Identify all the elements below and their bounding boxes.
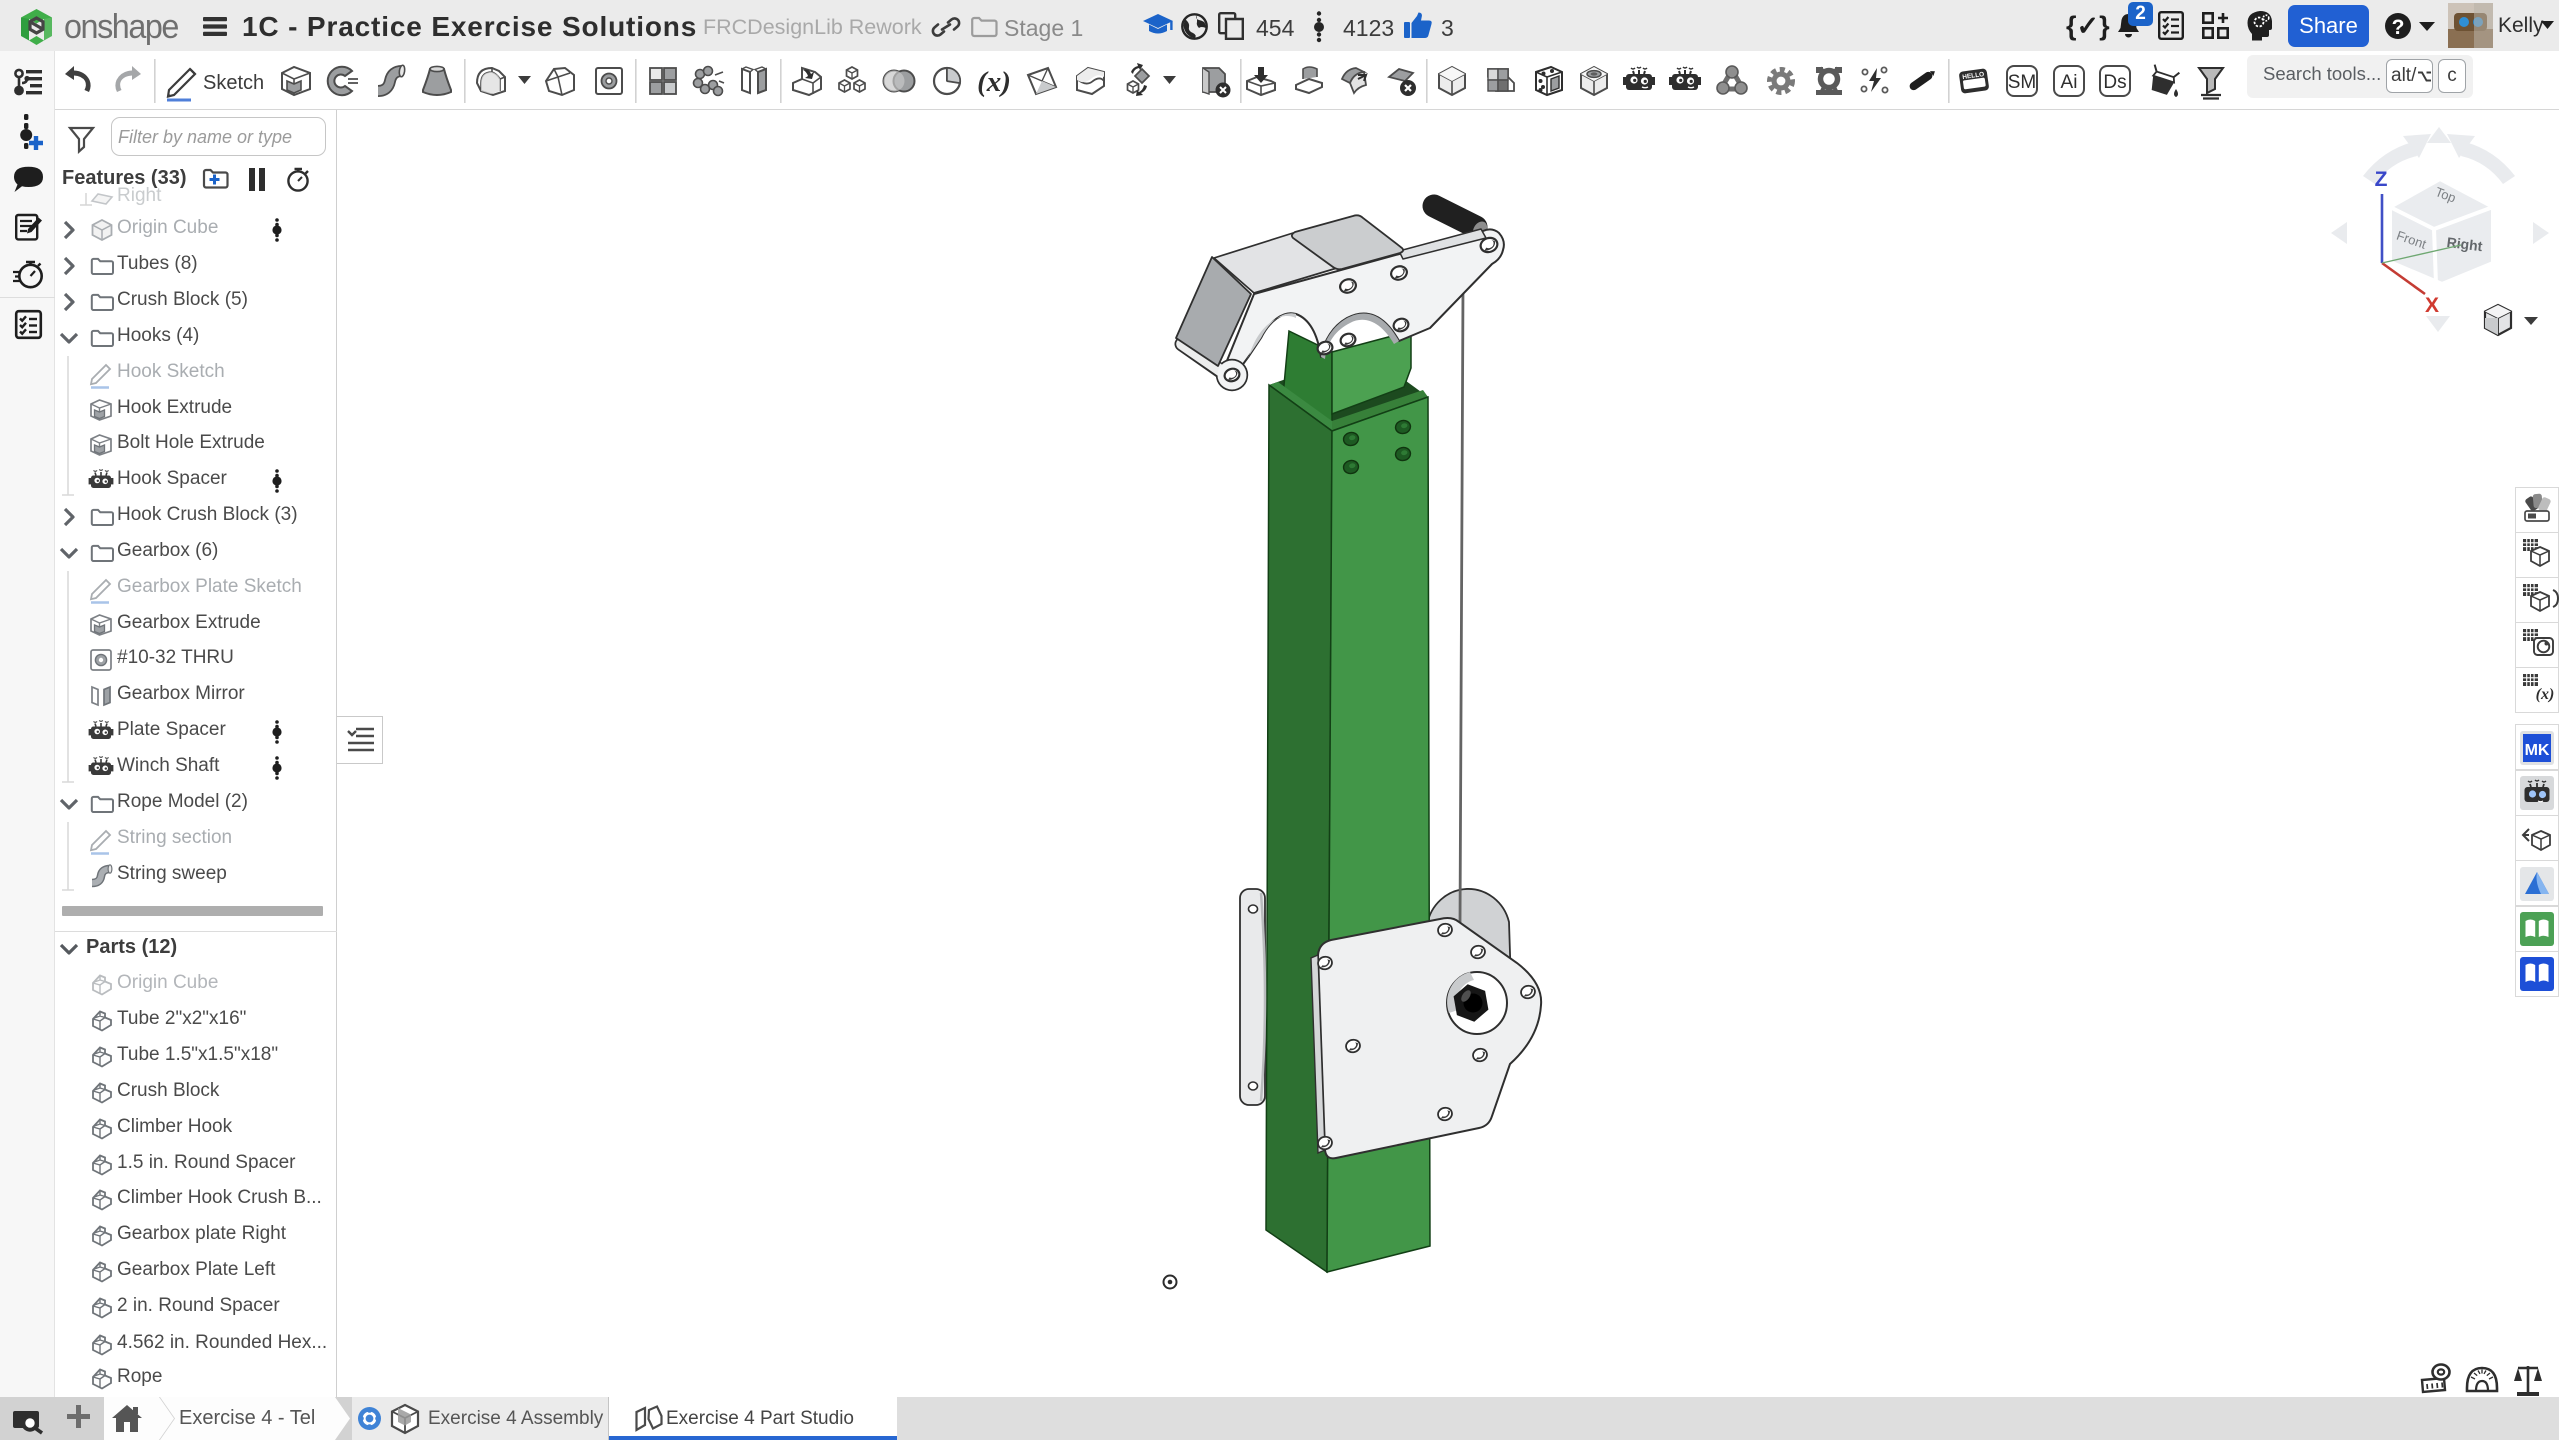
svg-text:(x): (x) bbox=[977, 66, 1011, 98]
svg-text:?: ? bbox=[2392, 16, 2405, 39]
svg-text:Ai: Ai bbox=[2061, 72, 2078, 93]
svg-text:Ds: Ds bbox=[2103, 72, 2126, 93]
svg-text:SM: SM bbox=[2008, 72, 2037, 93]
